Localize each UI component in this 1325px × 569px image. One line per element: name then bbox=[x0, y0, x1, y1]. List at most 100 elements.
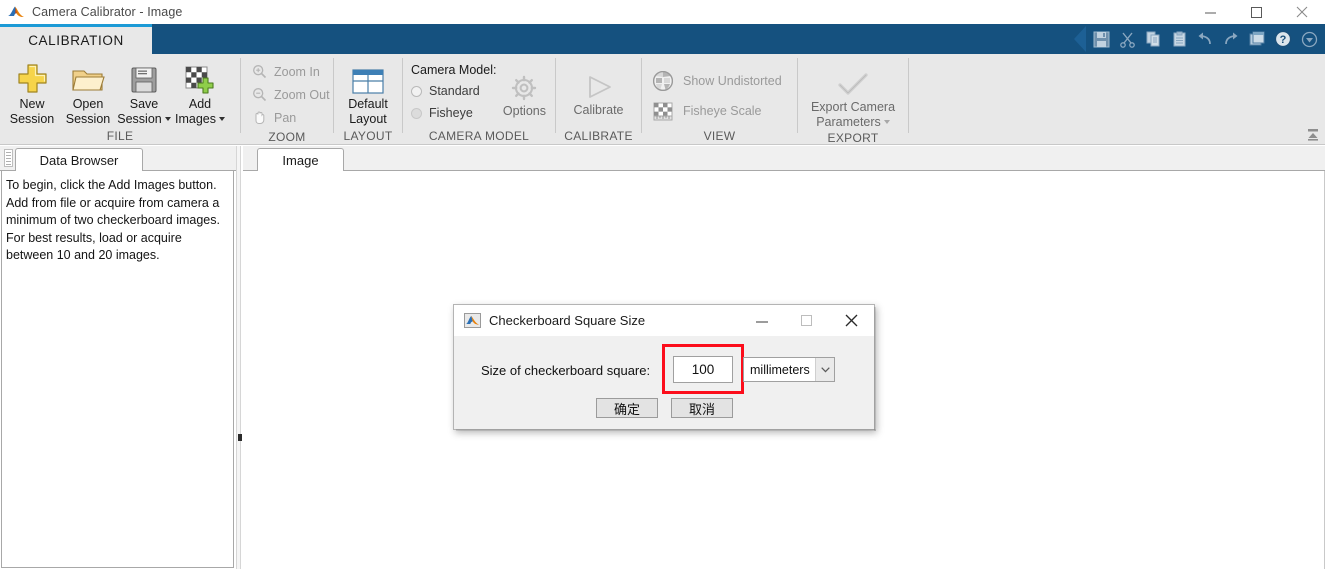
window-controls bbox=[1187, 0, 1325, 24]
show-undistorted-label: Show Undistorted bbox=[683, 74, 782, 88]
dialog-title: Checkerboard Square Size bbox=[489, 313, 646, 328]
dialog-title-bar: Checkerboard Square Size bbox=[454, 305, 874, 336]
zoom-in-label: Zoom In bbox=[274, 64, 320, 79]
folder-icon bbox=[71, 61, 105, 95]
ribbon-group-zoom: Zoom In Zoom Out Pan ZOOM bbox=[241, 54, 333, 145]
checkmark-icon bbox=[837, 64, 869, 98]
dialog-minimize-button[interactable] bbox=[739, 305, 784, 336]
data-browser-body: To begin, click the Add Images button. A… bbox=[1, 171, 234, 568]
ribbon: New Session Open Session Save Session Ad… bbox=[0, 54, 1325, 145]
minimize-button[interactable] bbox=[1187, 0, 1233, 24]
options-button[interactable]: Options bbox=[496, 58, 552, 119]
panel-drag-handle[interactable] bbox=[4, 149, 13, 167]
splitter-knob[interactable] bbox=[238, 434, 242, 441]
export-camera-parameters-button[interactable]: Export Camera Parameters bbox=[799, 58, 907, 130]
group-label-zoom: ZOOM bbox=[268, 130, 306, 144]
units-dropdown[interactable]: millimeters bbox=[743, 357, 835, 382]
checkerboard-plus-icon bbox=[184, 61, 216, 95]
ribbon-group-calibrate: Calibrate CALIBRATE bbox=[556, 54, 641, 145]
square-size-label: Size of checkerboard square: bbox=[481, 363, 651, 378]
add-images-text: Add Images bbox=[175, 97, 216, 126]
radio-standard-label: Standard bbox=[429, 84, 480, 98]
data-browser-instructions: To begin, click the Add Images button. A… bbox=[6, 178, 220, 262]
pan-label: Pan bbox=[274, 110, 297, 125]
default-layout-button[interactable]: Default Layout bbox=[336, 58, 400, 127]
zoom-in-button[interactable]: Zoom In bbox=[251, 60, 330, 83]
chevron-down-icon[interactable] bbox=[883, 120, 890, 124]
ribbon-collapse-icon[interactable] bbox=[1305, 127, 1321, 143]
matlab-membrane-icon bbox=[464, 313, 481, 328]
dialog-maximize-button[interactable] bbox=[784, 305, 829, 336]
layout-icon[interactable] bbox=[1245, 27, 1269, 51]
group-label-calibrate: CALIBRATE bbox=[564, 129, 633, 143]
tab-image[interactable]: Image bbox=[257, 148, 344, 172]
calibrate-label: Calibrate bbox=[573, 103, 624, 117]
fisheye-scale-button[interactable]: Fisheye Scale bbox=[652, 96, 782, 126]
ribbon-tab-strip: CALIBRATION ? bbox=[0, 24, 1325, 54]
radio-standard[interactable]: Standard bbox=[411, 80, 496, 102]
radio-dot-icon bbox=[411, 107, 422, 119]
dialog-close-button[interactable] bbox=[829, 305, 874, 336]
checkerboard-square-size-dialog: Checkerboard Square Size Size of checker… bbox=[453, 304, 876, 431]
group-label-layout: LAYOUT bbox=[343, 129, 393, 143]
dialog-body: Size of checkerboard square: 100 millime… bbox=[454, 336, 874, 429]
redo-icon[interactable] bbox=[1219, 27, 1243, 51]
show-undistorted-button[interactable]: Show Undistorted bbox=[652, 66, 782, 96]
quick-access-toolbar: ? bbox=[1073, 25, 1321, 53]
group-label-file: FILE bbox=[106, 129, 134, 143]
radio-dot-icon bbox=[411, 85, 422, 97]
chevron-down-icon[interactable] bbox=[164, 117, 171, 121]
dialog-shadow bbox=[456, 429, 876, 431]
ribbon-group-export: Export Camera Parameters EXPORT bbox=[798, 54, 908, 145]
data-browser-tabbar: Data Browser bbox=[0, 146, 238, 172]
save-session-text: Save Session bbox=[117, 97, 162, 126]
save-session-label: Save Session bbox=[117, 97, 171, 127]
radio-fisheye[interactable]: Fisheye bbox=[411, 102, 496, 124]
gear-icon bbox=[510, 68, 538, 102]
open-session-button[interactable]: Open Session bbox=[60, 58, 116, 127]
more-icon[interactable] bbox=[1297, 27, 1321, 51]
new-session-button[interactable]: New Session bbox=[4, 58, 60, 127]
paste-icon[interactable] bbox=[1167, 27, 1191, 51]
new-session-label: New Session bbox=[9, 97, 55, 126]
group-label-camera-model: CAMERA MODEL bbox=[428, 129, 530, 143]
ribbon-group-file: New Session Open Session Save Session Ad… bbox=[0, 54, 240, 145]
fisheye-scale-label: Fisheye Scale bbox=[683, 104, 762, 118]
cut-icon[interactable] bbox=[1115, 27, 1139, 51]
save-session-button[interactable]: Save Session bbox=[116, 58, 172, 127]
cancel-button[interactable]: 取消 bbox=[671, 398, 733, 418]
panel-splitter[interactable] bbox=[236, 146, 242, 569]
square-size-input[interactable]: 100 bbox=[673, 356, 733, 383]
close-button[interactable] bbox=[1279, 0, 1325, 24]
add-images-button[interactable]: Add Images bbox=[172, 58, 228, 127]
undo-icon[interactable] bbox=[1193, 27, 1217, 51]
options-label: Options bbox=[502, 104, 546, 118]
camera-calibrator-window: Camera Calibrator - Image CALIBRATION ? … bbox=[0, 0, 1325, 569]
camera-model-heading: Camera Model: bbox=[411, 63, 497, 77]
chevron-down-icon[interactable] bbox=[815, 358, 834, 381]
zoom-out-button[interactable]: Zoom Out bbox=[251, 83, 330, 106]
zoom-out-icon bbox=[251, 86, 268, 103]
ribbon-group-layout: Default Layout LAYOUT bbox=[334, 54, 402, 145]
help-icon[interactable]: ? bbox=[1271, 27, 1295, 51]
checker-ruler-icon bbox=[652, 100, 674, 122]
matlab-membrane-icon bbox=[7, 4, 25, 20]
tab-calibration[interactable]: CALIBRATION bbox=[0, 27, 152, 54]
maximize-button[interactable] bbox=[1233, 0, 1279, 24]
ribbon-group-view: Show Undistorted Fisheye Scale VIEW bbox=[642, 54, 797, 145]
image-tabbar: Image bbox=[243, 146, 1325, 172]
title-bar: Camera Calibrator - Image bbox=[0, 0, 1325, 24]
calibrate-button[interactable]: Calibrate bbox=[559, 58, 639, 118]
plus-icon bbox=[16, 61, 49, 95]
play-triangle-icon bbox=[583, 67, 615, 101]
data-browser-panel: Data Browser To begin, click the Add Ima… bbox=[0, 146, 238, 569]
pan-button[interactable]: Pan bbox=[251, 106, 330, 129]
chevron-down-icon[interactable] bbox=[219, 117, 225, 121]
copy-icon[interactable] bbox=[1141, 27, 1165, 51]
ok-button[interactable]: 确定 bbox=[596, 398, 658, 418]
layout-grid-icon bbox=[351, 61, 385, 95]
ribbon-divider bbox=[908, 58, 909, 133]
save-icon[interactable] bbox=[1089, 27, 1113, 51]
tab-data-browser[interactable]: Data Browser bbox=[15, 148, 143, 172]
svg-text:?: ? bbox=[1280, 34, 1287, 46]
